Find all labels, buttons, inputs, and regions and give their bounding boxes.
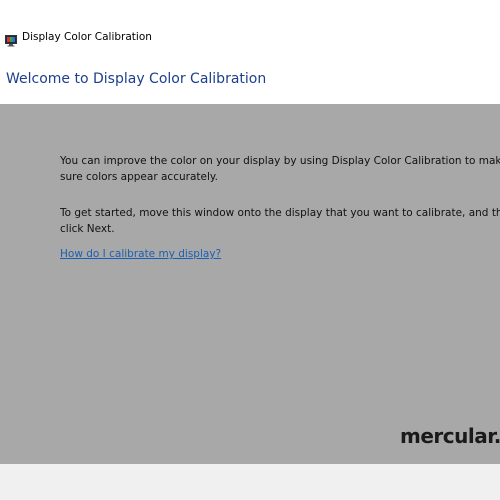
calibration-window: Display Color Calibration Welcome to Dis…	[0, 0, 500, 500]
intro-paragraph: You can improve the color on your displa…	[60, 155, 500, 183]
window-title: Display Color Calibration	[22, 31, 152, 43]
instructions-paragraph: To get started, move this window onto th…	[60, 207, 500, 235]
monitor-icon	[5, 32, 17, 47]
footer-bar	[0, 464, 500, 500]
page-heading: Welcome to Display Color Calibration	[6, 71, 267, 87]
title-bar: Display Color Calibration Welcome to Dis…	[0, 0, 500, 87]
content-panel: You can improve the color on your displa…	[0, 104, 500, 464]
help-link[interactable]: How do I calibrate my display?	[60, 248, 221, 260]
mercular-logo: mercular.	[400, 424, 500, 448]
